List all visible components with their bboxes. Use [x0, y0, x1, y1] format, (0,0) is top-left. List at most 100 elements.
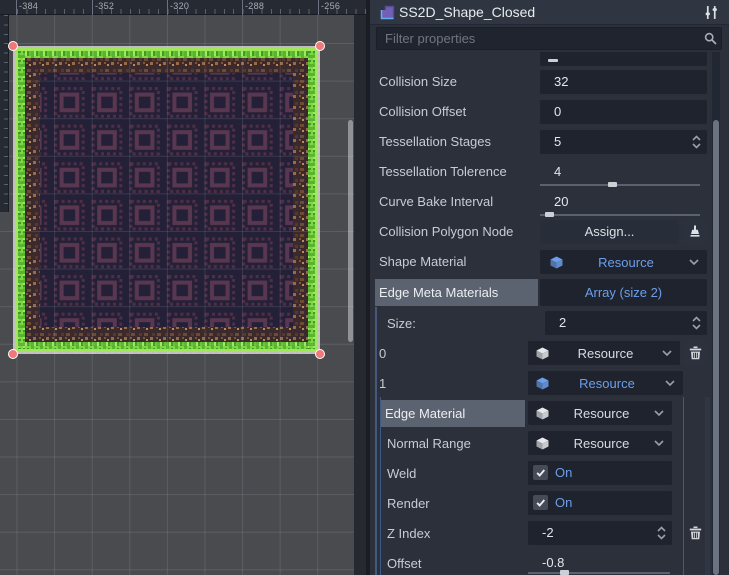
- check-icon: [535, 467, 546, 478]
- slider-track[interactable]: [528, 572, 670, 574]
- slider-track[interactable]: [540, 184, 700, 186]
- shape-point-handle-top-right[interactable]: [315, 41, 325, 51]
- property-label-collision-offset: Collision Offset: [379, 97, 466, 127]
- property-label-tessellation-stages: Tessellation Stages: [379, 127, 491, 157]
- check-icon: [535, 497, 546, 508]
- edge-meta-materials-array-button[interactable]: Array (size 2): [540, 279, 707, 306]
- weld-checkbox[interactable]: [533, 465, 548, 480]
- edge-material-value: Resource: [549, 406, 654, 421]
- ruler-tick: [92, 0, 93, 15]
- shape-point-handle-top-left[interactable]: [8, 41, 18, 51]
- sub-inspector-scroll-track[interactable]: [705, 397, 710, 575]
- array-section-border: [375, 307, 377, 575]
- spinner-icon[interactable]: [692, 135, 701, 150]
- element-0-resource-dropdown[interactable]: Resource: [528, 341, 680, 365]
- normal-range-value: Resource: [549, 436, 654, 451]
- inspector-scrollbar-thumb[interactable]: [713, 120, 719, 575]
- ruler-label: -320: [170, 1, 189, 11]
- weld-on-label: On: [555, 461, 572, 485]
- element-1-value: Resource: [549, 376, 665, 391]
- element-0-value: Resource: [549, 346, 662, 361]
- property-label-edge-material: Edge Material: [381, 400, 525, 427]
- tessellation-stages-value: 5: [540, 130, 561, 154]
- shape-texture: [13, 46, 320, 354]
- normal-range-resource-dropdown[interactable]: Resource: [528, 431, 672, 455]
- ruler-tick: [318, 0, 319, 15]
- partial-row-field[interactable]: [540, 52, 707, 66]
- shape-point-handle-bottom-left[interactable]: [8, 349, 18, 359]
- tessellation-tolerence-field[interactable]: 4: [540, 160, 707, 184]
- spinner-icon[interactable]: [692, 316, 701, 331]
- ruler-label: -384: [19, 1, 38, 11]
- z-index-field[interactable]: -2: [528, 521, 672, 545]
- godot-editor-window: -384 -352 -320 -288 -256 SS2D_Shape_Clos…: [0, 0, 729, 575]
- search-icon: [704, 32, 717, 45]
- resource-cube-icon: [536, 377, 549, 390]
- chevron-down-icon: [689, 259, 699, 265]
- property-label-collision-polygon-node: Collision Polygon Node: [379, 217, 513, 247]
- resource-cube-icon: [536, 437, 549, 450]
- weld-field: [528, 461, 672, 485]
- trash-icon: [689, 526, 702, 540]
- shape-material-value: Resource: [563, 255, 689, 270]
- element-1-resource-dropdown[interactable]: Resource: [528, 371, 683, 395]
- shape-point-handle-bottom-right[interactable]: [315, 349, 325, 359]
- chevron-down-icon: [654, 440, 664, 446]
- curve-bake-interval-field[interactable]: 20: [540, 190, 707, 214]
- filter-properties-input[interactable]: [376, 27, 722, 50]
- array-size-field[interactable]: 2: [545, 311, 707, 335]
- property-label-normal-range: Normal Range: [387, 429, 471, 459]
- collision-offset-field[interactable]: 0: [540, 100, 707, 124]
- chevron-down-icon: [654, 410, 664, 416]
- edge-material-resource-dropdown[interactable]: Resource: [528, 401, 672, 425]
- array-element-1-label: 1: [379, 369, 386, 399]
- slider-grabber[interactable]: [548, 59, 558, 62]
- property-label-weld: Weld: [387, 459, 416, 489]
- slider-grabber[interactable]: [545, 212, 554, 217]
- collision-size-field[interactable]: 32: [540, 70, 707, 94]
- property-label-edge-meta-materials: Edge Meta Materials: [375, 279, 538, 306]
- z-index-value: -2: [528, 521, 554, 545]
- delete-element-0-button[interactable]: [683, 341, 707, 365]
- ruler-tick: [16, 0, 17, 15]
- shape-material-resource-dropdown[interactable]: Resource: [540, 250, 707, 274]
- array-element-0-label: 0: [379, 339, 386, 369]
- ruler-tick: [167, 0, 168, 15]
- property-label-render: Render: [387, 489, 430, 519]
- ruler-label: -256: [321, 1, 340, 11]
- property-label-z-index: Z Index: [387, 519, 430, 549]
- slider-grabber[interactable]: [608, 182, 617, 187]
- assign-button[interactable]: Assign...: [540, 220, 679, 244]
- property-label-tessellation-tolerence: Tessellation Tolerence: [379, 157, 507, 187]
- property-label-offset: Offset: [387, 549, 421, 575]
- broom-icon: [688, 225, 702, 239]
- render-checkbox[interactable]: [533, 495, 548, 510]
- spinner-icon[interactable]: [657, 526, 666, 541]
- viewport-right-edge: [354, 0, 366, 575]
- render-field: [528, 491, 672, 515]
- inspector-title: SS2D_Shape_Closed: [399, 0, 535, 25]
- property-label-shape-material: Shape Material: [379, 247, 466, 277]
- ruler-tick: [242, 0, 243, 15]
- clear-node-button[interactable]: [683, 220, 707, 244]
- slider-track[interactable]: [540, 214, 700, 216]
- slider-grabber[interactable]: [560, 570, 569, 575]
- delete-element-1-button[interactable]: [684, 521, 706, 545]
- chevron-down-icon: [662, 350, 672, 356]
- tessellation-stages-field[interactable]: 5: [540, 130, 707, 154]
- property-label-array-size: Size:: [387, 309, 416, 339]
- resource-cube-icon: [536, 347, 549, 360]
- resource-cube-icon: [550, 256, 563, 269]
- ss2d-shape: [13, 46, 320, 354]
- trash-icon: [689, 346, 702, 360]
- ruler-label: -352: [95, 1, 114, 11]
- horizontal-ruler: -384 -352 -320 -288 -256: [0, 0, 366, 15]
- resource-cube-icon: [536, 407, 549, 420]
- render-on-label: On: [555, 491, 572, 515]
- viewport-vertical-scrollbar[interactable]: [348, 120, 353, 342]
- tools-icon[interactable]: [702, 5, 720, 20]
- property-label-curve-bake-interval: Curve Bake Interval: [379, 187, 493, 217]
- array-size-number: 2: [545, 311, 566, 335]
- chevron-down-icon: [665, 380, 675, 386]
- ruler-label: -288: [245, 1, 264, 11]
